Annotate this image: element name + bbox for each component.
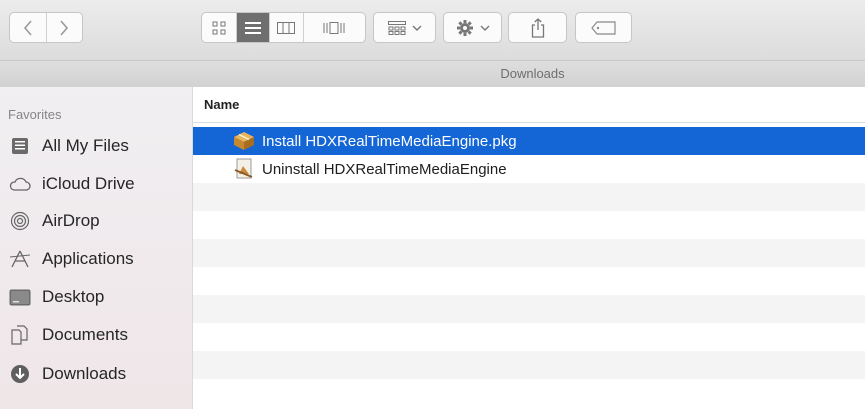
documents-icon [8,323,32,347]
forward-button[interactable] [45,13,82,42]
cloud-icon [8,172,32,196]
sidebar: Favorites All My Files iCloud Drive AirD… [0,87,193,409]
sidebar-item-label: Applications [42,249,134,268]
back-button[interactable] [10,13,46,42]
downloads-icon [8,362,32,386]
list-view-button[interactable] [235,13,270,42]
cover-flow-icon [323,21,345,34]
empty-row [193,267,865,295]
chevron-down-icon [480,25,489,31]
chevron-right-icon [60,19,69,36]
sidebar-item-applications[interactable]: Applications [8,246,134,272]
sidebar-item-label: AirDrop [42,211,100,230]
arrange-button[interactable] [373,12,436,43]
file-name: Install HDXRealTimeMediaEngine.pkg [262,132,517,150]
nav-buttons [9,12,83,43]
airdrop-icon [8,209,32,233]
cover-flow-view-button[interactable] [302,13,365,42]
sidebar-item-label: Documents [42,325,128,344]
uninstaller-icon [232,157,256,181]
desktop-icon [8,285,32,309]
sidebar-item-documents[interactable]: Documents [8,322,128,348]
file-row-uninstaller[interactable]: Uninstall HDXRealTimeMediaEngine [193,155,865,183]
sidebar-item-label: iCloud Drive [42,174,135,193]
sidebar-item-desktop[interactable]: Desktop [8,284,104,310]
column-view-button[interactable] [269,13,303,42]
icon-view-icon [212,21,226,34]
arrange-icon [387,20,406,35]
applications-icon [8,247,32,271]
chevron-down-icon [412,25,421,31]
sidebar-item-label: Desktop [42,287,105,306]
sidebar-item-downloads[interactable]: Downloads [8,361,126,387]
name-column-header[interactable]: Name [193,87,865,123]
empty-row [193,323,865,351]
empty-row [193,239,865,267]
column-header-label: Name [204,97,240,112]
empty-row [193,379,865,407]
column-view-icon [277,21,296,34]
sidebar-item-label: All My Files [42,136,129,155]
empty-row [193,211,865,239]
package-icon [232,129,256,153]
file-row-install-pkg[interactable]: Install HDXRealTimeMediaEngine.pkg [193,127,865,155]
file-list: Name Install HDXRealTimeMediaEngine.pkg … [193,87,865,409]
sidebar-header-favorites: Favorites [8,107,62,122]
list-view-icon [244,21,261,34]
gear-icon [456,19,473,36]
sidebar-item-icloud-drive[interactable]: iCloud Drive [8,171,135,197]
toolbar [0,0,865,61]
path-bar: Downloads [0,61,865,88]
sidebar-item-all-my-files[interactable]: All My Files [8,133,129,159]
file-name: Uninstall HDXRealTimeMediaEngine [262,160,507,178]
share-icon [531,17,544,38]
empty-row [193,295,865,323]
icon-view-button[interactable] [202,13,236,42]
empty-row [193,183,865,211]
share-button[interactable] [508,12,567,43]
tags-button[interactable] [575,12,632,43]
view-mode-control [201,12,366,43]
tag-icon [590,20,616,35]
all-my-files-icon [8,134,32,158]
sidebar-item-label: Downloads [42,364,127,383]
empty-row [193,351,865,379]
sidebar-item-airdrop[interactable]: AirDrop [8,208,100,234]
action-button[interactable] [443,12,502,43]
chevron-left-icon [23,19,32,36]
window-title: Downloads [500,66,565,81]
